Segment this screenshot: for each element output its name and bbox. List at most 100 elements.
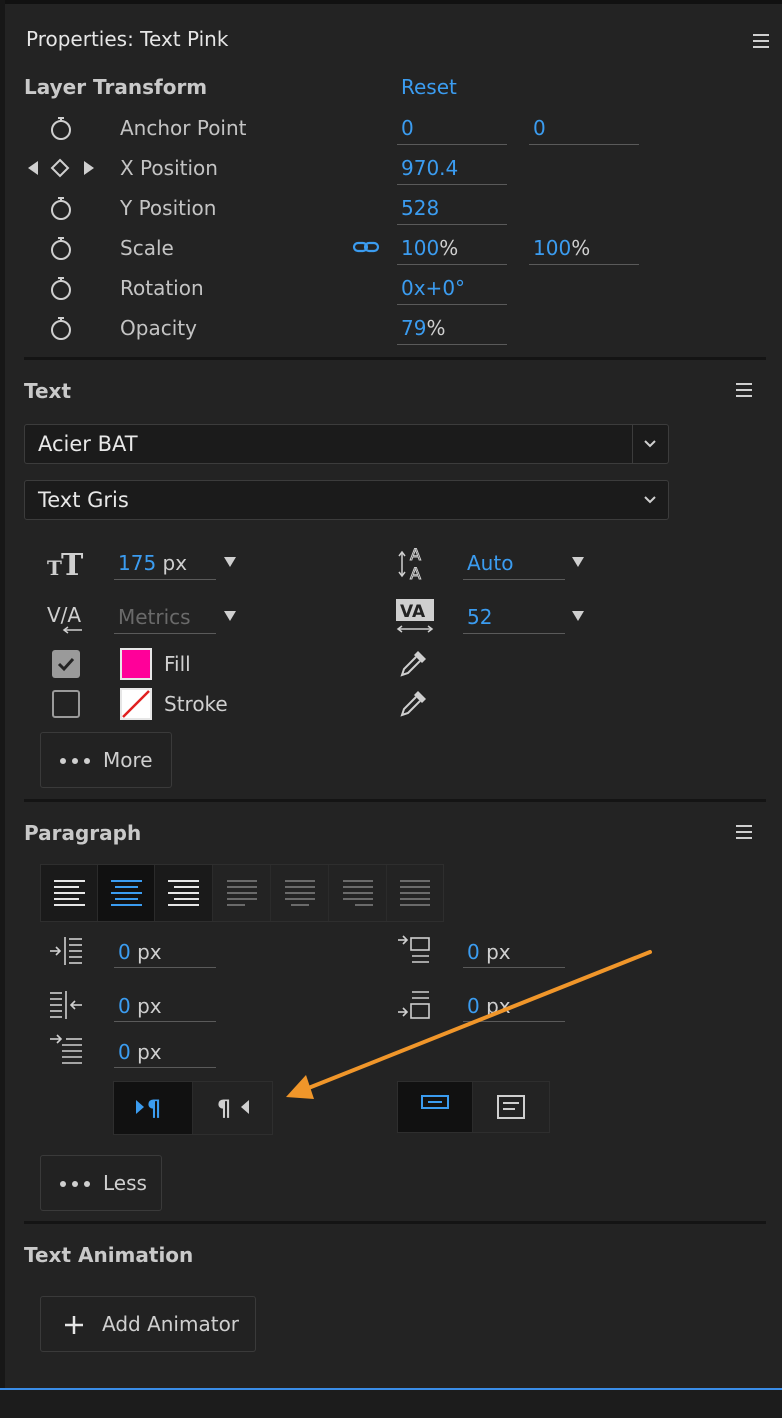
justify-last-left-button[interactable] (213, 865, 271, 921)
kerning-field[interactable]: Metrics (118, 605, 191, 629)
justify-last-right-icon (343, 880, 373, 906)
text-direction-group: ¶ ¶ (113, 1081, 273, 1135)
y-position-field[interactable]: 528 (401, 196, 439, 220)
font-size-underline (114, 579, 216, 580)
font-size-field[interactable]: 175 px (118, 551, 187, 575)
area-text-icon (497, 1095, 525, 1119)
align-center-button[interactable] (98, 865, 155, 921)
leading-dropdown-arrow[interactable] (572, 557, 584, 567)
svg-text:VA: VA (400, 602, 426, 622)
first-line-indent-underline (114, 1067, 216, 1068)
svg-text:¶: ¶ (217, 1097, 231, 1122)
panel-top-border (0, 0, 782, 4)
x-position-keyframe-nav[interactable] (26, 158, 96, 178)
font-style-dropdown[interactable]: Text Gris (24, 480, 669, 520)
font-family-value: Acier BAT (38, 432, 138, 456)
less-button[interactable]: Less (40, 1155, 162, 1211)
kerning-underline (114, 633, 216, 634)
svg-text:T: T (47, 556, 62, 578)
align-right-icon (168, 880, 199, 906)
indent-left-icon (50, 937, 82, 965)
scale-height-underline (529, 264, 639, 265)
align-left-button[interactable] (41, 865, 98, 921)
more-button[interactable]: More (40, 732, 172, 788)
anchor-point-stopwatch-icon[interactable] (49, 115, 73, 141)
leading-icon: AA (398, 545, 422, 582)
svg-text:V/A: V/A (47, 603, 81, 627)
reset-link[interactable]: Reset (401, 75, 457, 99)
anchor-point-x-field[interactable]: 0 (401, 116, 414, 140)
justify-last-right-button[interactable] (329, 865, 387, 921)
x-position-field[interactable]: 970.4 (401, 156, 458, 180)
text-section-menu-icon[interactable] (736, 383, 752, 397)
opacity-label: Opacity (120, 316, 197, 340)
left-to-right-button[interactable]: ¶ (114, 1082, 193, 1134)
tracking-underline (463, 633, 565, 634)
justify-last-center-button[interactable] (271, 865, 329, 921)
svg-text:T: T (61, 548, 84, 578)
more-dots-icon (60, 758, 90, 764)
space-before-icon (398, 935, 430, 963)
add-animator-button[interactable]: Add Animator (40, 1296, 256, 1352)
fill-eyedropper-icon[interactable] (398, 647, 430, 679)
scale-label: Scale (120, 236, 174, 260)
tracking-field[interactable]: 52 (467, 605, 492, 629)
tracking-dropdown-arrow[interactable] (572, 611, 584, 621)
y-position-stopwatch-icon[interactable] (49, 195, 73, 221)
font-family-dropdown[interactable]: Acier BAT (24, 424, 669, 464)
indent-left-field[interactable]: 0 px (118, 940, 162, 964)
scale-stopwatch-icon[interactable] (49, 235, 73, 261)
svg-text:A: A (410, 564, 421, 582)
stroke-color-swatch[interactable] (120, 688, 152, 720)
opacity-field[interactable]: 79% (401, 316, 445, 340)
leading-field[interactable]: Auto (467, 551, 513, 575)
rotation-stopwatch-icon[interactable] (49, 275, 73, 301)
align-center-icon (111, 880, 142, 906)
right-to-left-button[interactable]: ¶ (193, 1082, 272, 1134)
justify-last-left-icon (227, 880, 257, 906)
section-divider (24, 357, 766, 360)
space-after-field[interactable]: 0 px (467, 994, 511, 1018)
point-text-button[interactable] (398, 1082, 473, 1132)
fill-color-swatch[interactable] (120, 648, 152, 680)
font-size-dropdown-arrow[interactable] (224, 557, 236, 567)
justify-all-button[interactable] (387, 865, 443, 921)
add-animator-label: Add Animator (102, 1312, 240, 1336)
kerning-dropdown-arrow[interactable] (224, 611, 236, 621)
tracking-icon: VA (396, 599, 434, 633)
rotation-underline (397, 304, 507, 305)
section-divider (24, 1221, 766, 1224)
justify-last-center-icon (285, 880, 315, 906)
panel-menu-icon[interactable] (753, 34, 769, 48)
left-to-right-paragraph-icon: ¶ (136, 1097, 161, 1122)
space-after-underline (463, 1021, 565, 1022)
space-after-icon (398, 991, 430, 1019)
chevron-down-icon (644, 496, 656, 504)
opacity-stopwatch-icon[interactable] (49, 315, 73, 341)
checkmark-icon (57, 657, 75, 672)
space-before-field[interactable]: 0 px (467, 940, 511, 964)
indent-right-underline (114, 1021, 216, 1022)
scale-height-field[interactable]: 100% (533, 236, 590, 260)
anchor-point-y-field[interactable]: 0 (533, 116, 546, 140)
stroke-eyedropper-icon[interactable] (398, 687, 430, 719)
stroke-checkbox[interactable] (52, 690, 80, 718)
point-text-icon (421, 1095, 449, 1109)
first-line-indent-icon (50, 1034, 82, 1064)
scale-width-field[interactable]: 100% (401, 236, 458, 260)
first-line-indent-field[interactable]: 0 px (118, 1040, 162, 1064)
fill-label: Fill (164, 652, 191, 676)
fill-checkbox[interactable] (52, 650, 80, 678)
area-text-button[interactable] (473, 1082, 549, 1132)
panel-left-border (0, 0, 5, 1390)
rotation-field[interactable]: 0x+0° (401, 276, 465, 300)
more-dots-icon (60, 1181, 90, 1187)
paragraph-section-menu-icon[interactable] (736, 825, 752, 839)
paragraph-section-title: Paragraph (24, 821, 142, 845)
align-right-button[interactable] (155, 865, 213, 921)
svg-text:A: A (410, 545, 421, 564)
more-button-label: More (103, 748, 153, 772)
indent-right-field[interactable]: 0 px (118, 994, 162, 1018)
constrain-proportions-link-icon[interactable] (352, 238, 380, 256)
fill-color-chip (122, 650, 150, 678)
